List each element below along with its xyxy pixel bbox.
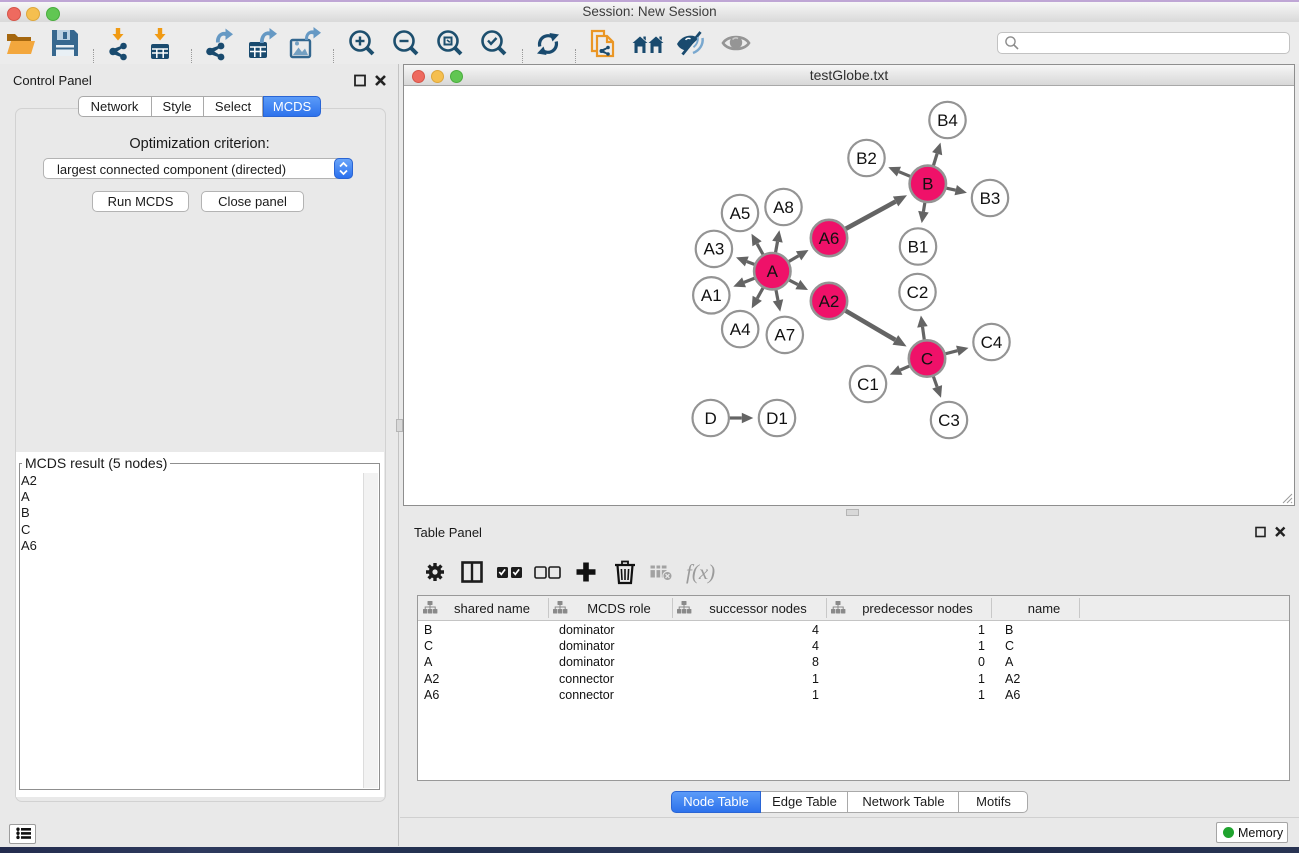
svg-text:B2: B2 — [856, 149, 877, 168]
svg-text:B1: B1 — [908, 237, 929, 256]
svg-text:C4: C4 — [981, 333, 1003, 352]
svg-text:B3: B3 — [980, 189, 1001, 208]
svg-text:A2: A2 — [819, 292, 840, 311]
svg-text:C3: C3 — [938, 411, 960, 430]
svg-text:A1: A1 — [701, 286, 722, 305]
svg-text:A8: A8 — [773, 198, 794, 217]
svg-text:A7: A7 — [774, 326, 795, 345]
svg-text:D1: D1 — [766, 409, 788, 428]
svg-text:C: C — [921, 349, 933, 368]
svg-text:A6: A6 — [819, 229, 840, 248]
svg-text:A: A — [767, 262, 779, 281]
svg-text:A3: A3 — [704, 240, 725, 259]
svg-text:D: D — [705, 409, 717, 428]
svg-text:A5: A5 — [730, 204, 751, 223]
svg-text:A4: A4 — [730, 320, 751, 339]
svg-text:f(x): f(x) — [686, 560, 715, 584]
svg-text:B: B — [922, 175, 933, 194]
svg-text:B4: B4 — [937, 111, 958, 130]
svg-text:C1: C1 — [857, 375, 879, 394]
svg-text:C2: C2 — [907, 283, 929, 302]
